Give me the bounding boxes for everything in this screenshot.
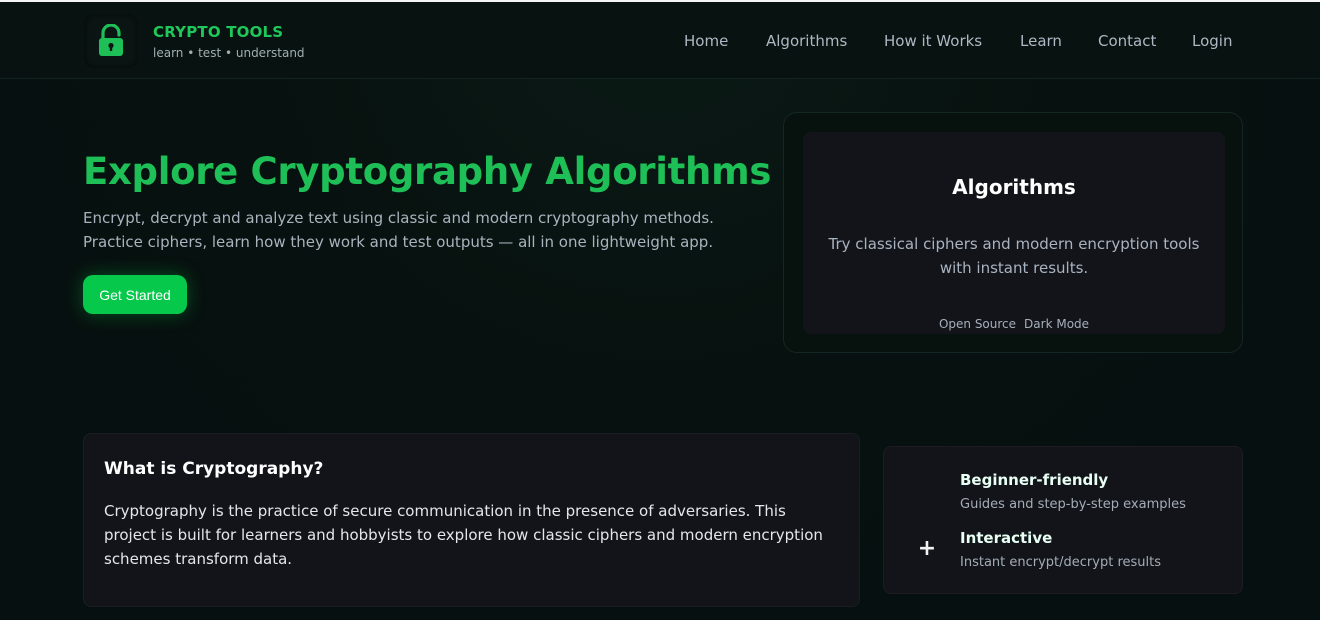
tag-dark-mode: Dark Mode: [1024, 317, 1090, 331]
feature-title: Interactive: [960, 529, 1053, 547]
algorithms-card: Algorithms Try classical ciphers and mod…: [783, 112, 1243, 353]
features-card: Beginner-friendly Guides and step-by-ste…: [883, 446, 1243, 594]
plus-icon: +: [917, 536, 937, 561]
nav-home[interactable]: Home: [684, 32, 728, 50]
site-header: CRYPTO TOOLS learn • test • understand H…: [0, 2, 1320, 79]
feature-subtitle: Guides and step-by-step examples: [960, 497, 1186, 512]
feature-title: Beginner-friendly: [960, 471, 1109, 489]
algorithms-card-inner: Algorithms Try classical ciphers and mod…: [803, 132, 1225, 334]
hero-description: Encrypt, decrypt and analyze text using …: [83, 209, 714, 251]
what-is-cryptography-card: What is Cryptography? Cryptography is th…: [83, 433, 860, 607]
algorithms-card-title: Algorithms: [952, 175, 1076, 199]
what-is-body: Cryptography is the practice of secure c…: [104, 502, 823, 568]
nav-learn[interactable]: Learn: [1020, 32, 1062, 50]
nav-algorithms[interactable]: Algorithms: [766, 32, 847, 50]
nav-login[interactable]: Login: [1192, 32, 1232, 50]
hero-title: Explore Cryptography Algorithms: [83, 150, 772, 193]
algorithms-card-description: Try classical ciphers and modern encrypt…: [828, 235, 1200, 277]
algorithms-card-tags: Open Source Dark Mode: [803, 317, 1225, 331]
feature-subtitle: Instant encrypt/decrypt results: [960, 555, 1161, 570]
main-nav: Home Algorithms How it Works Learn Conta…: [0, 32, 1320, 56]
get-started-button[interactable]: Get Started: [83, 275, 187, 314]
what-is-title: What is Cryptography?: [104, 459, 324, 479]
nav-contact[interactable]: Contact: [1098, 32, 1156, 50]
tag-open-source: Open Source: [938, 317, 1017, 331]
nav-how-it-works[interactable]: How it Works: [884, 32, 982, 50]
